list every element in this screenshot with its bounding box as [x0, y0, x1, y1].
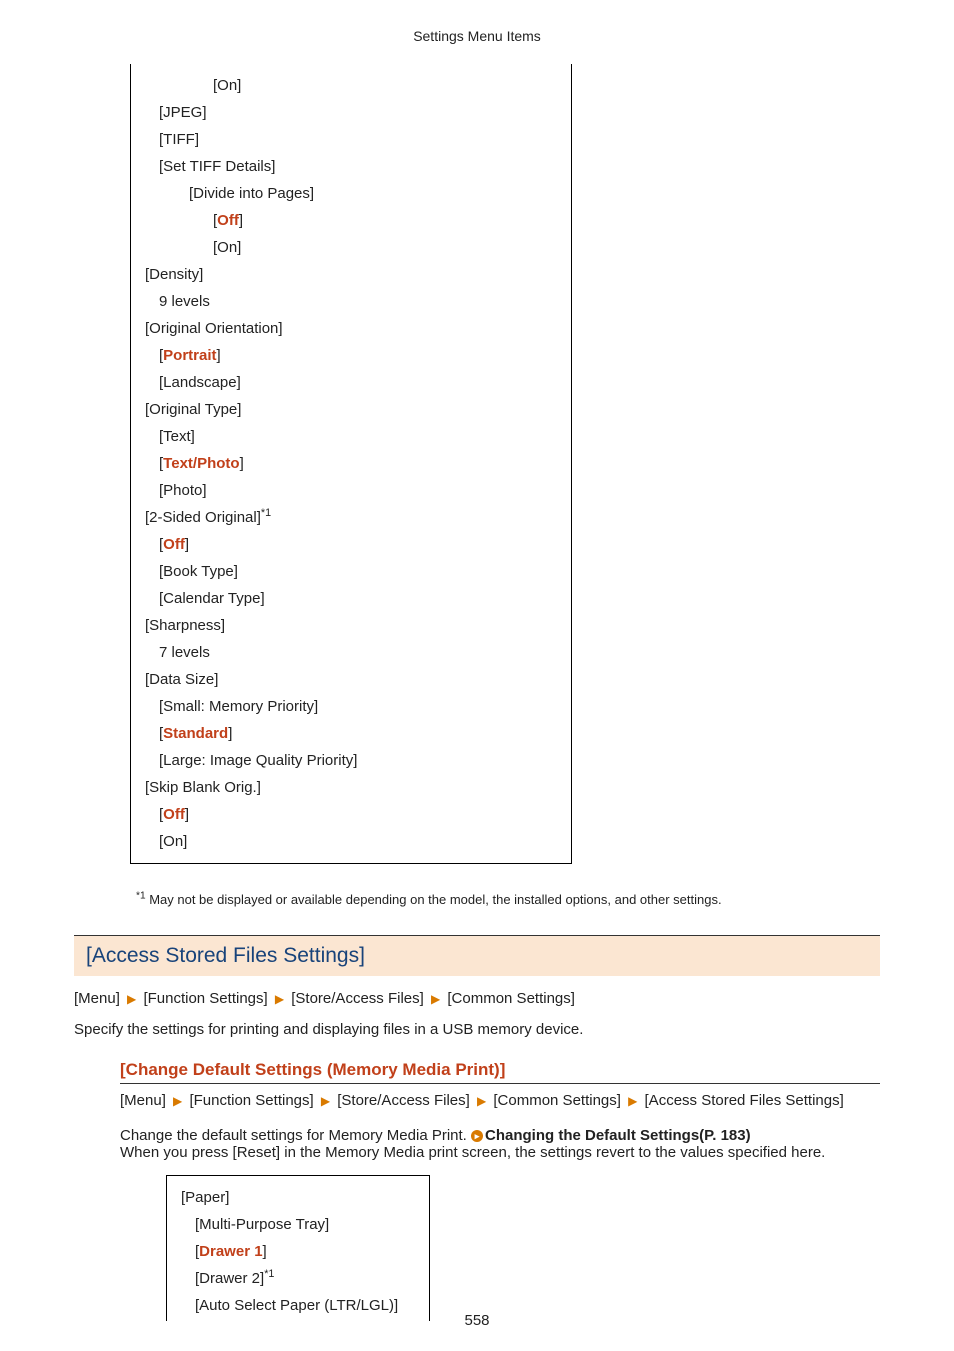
setting-line: [Sharpness] [145, 612, 557, 639]
chevron-right-icon: ▶ [272, 992, 287, 1006]
setting-line: [Original Orientation] [145, 315, 557, 342]
sub-para-pre: Change the default settings for Memory M… [120, 1127, 471, 1144]
setting-line: [Text/Photo] [145, 450, 557, 477]
setting-line: [Drawer 1] [181, 1238, 415, 1265]
chevron-right-icon: ▶ [625, 1094, 640, 1108]
page-number: 558 [0, 1312, 954, 1329]
setting-line: 7 levels [145, 639, 557, 666]
setting-line: [Data Size] [145, 666, 557, 693]
page-header: Settings Menu Items [74, 28, 880, 44]
setting-line: [Paper] [181, 1184, 415, 1211]
setting-line: [Large: Image Quality Priority] [145, 747, 557, 774]
setting-line: [On] [145, 828, 557, 855]
breadcrumb-item: [Store/Access Files] [337, 1092, 470, 1109]
setting-line: [Divide into Pages] [145, 180, 557, 207]
footnote-marker: *1 [136, 891, 146, 902]
setting-line: [Off] [145, 531, 557, 558]
setting-line: [Skip Blank Orig.] [145, 774, 557, 801]
breadcrumb-item: [Store/Access Files] [291, 990, 424, 1007]
breadcrumb-item: [Function Settings] [143, 990, 267, 1007]
breadcrumb-2: [Menu] ▶ [Function Settings] ▶ [Store/Ac… [120, 1092, 880, 1109]
footnote: *1 May not be displayed or available dep… [136, 892, 880, 907]
chevron-right-icon: ▶ [474, 1094, 489, 1108]
setting-line: [Multi-Purpose Tray] [181, 1211, 415, 1238]
link-bullet-icon: ▸ [471, 1130, 483, 1142]
breadcrumb-item: [Function Settings] [189, 1092, 313, 1109]
setting-line: [Calendar Type] [145, 585, 557, 612]
setting-line: [2-Sided Original]*1 [145, 504, 557, 531]
breadcrumb-item: [Common Settings] [447, 990, 575, 1007]
breadcrumb-1: [Menu] ▶ [Function Settings] ▶ [Store/Ac… [74, 990, 880, 1007]
settings-box-top: [On][JPEG][TIFF][Set TIFF Details][Divid… [130, 64, 572, 864]
setting-line: [Text] [145, 423, 557, 450]
section-header: [Access Stored Files Settings] [74, 935, 880, 976]
setting-line: [JPEG] [145, 99, 557, 126]
setting-line: [Drawer 2]*1 [181, 1265, 415, 1292]
breadcrumb-item: [Menu] [120, 1092, 166, 1109]
sub-para-post: When you press [Reset] in the Memory Med… [120, 1144, 825, 1161]
setting-line: [Off] [145, 207, 557, 234]
breadcrumb-item: [Common Settings] [493, 1092, 621, 1109]
setting-line: [Density] [145, 261, 557, 288]
setting-line: [Photo] [145, 477, 557, 504]
footnote-text: May not be displayed or available depend… [146, 892, 722, 907]
breadcrumb-item: [Access Stored Files Settings] [645, 1092, 844, 1109]
sub-section-title: [Change Default Settings (Memory Media P… [120, 1060, 880, 1080]
settings-box-bottom: [Paper][Multi-Purpose Tray][Drawer 1][Dr… [166, 1175, 430, 1321]
setting-line: [Set TIFF Details] [145, 153, 557, 180]
chevron-right-icon: ▶ [124, 992, 139, 1006]
setting-line: [On] [145, 234, 557, 261]
breadcrumb-item: [Menu] [74, 990, 120, 1007]
setting-line: [Landscape] [145, 369, 557, 396]
setting-line: [Standard] [145, 720, 557, 747]
setting-line: [Book Type] [145, 558, 557, 585]
setting-line: 9 levels [145, 288, 557, 315]
setting-line: [On] [145, 72, 557, 99]
sub-paragraph: Change the default settings for Memory M… [120, 1127, 880, 1161]
chevron-right-icon: ▶ [318, 1094, 333, 1108]
sub-para-link[interactable]: Changing the Default Settings(P. 183) [485, 1127, 751, 1144]
setting-line: [TIFF] [145, 126, 557, 153]
sub-section-divider [120, 1083, 880, 1084]
setting-line: [Portrait] [145, 342, 557, 369]
setting-line: [Original Type] [145, 396, 557, 423]
setting-line: [Off] [145, 801, 557, 828]
setting-line: [Small: Memory Priority] [145, 693, 557, 720]
chevron-right-icon: ▶ [428, 992, 443, 1006]
description-1: Specify the settings for printing and di… [74, 1021, 880, 1038]
chevron-right-icon: ▶ [170, 1094, 185, 1108]
